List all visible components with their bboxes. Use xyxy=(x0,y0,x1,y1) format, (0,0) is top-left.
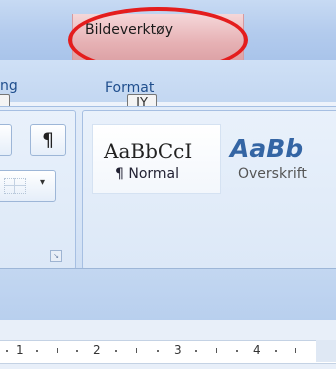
ruler-dot xyxy=(236,350,238,352)
style-normal-preview: AaBbCcI xyxy=(104,139,193,163)
ruler-dot xyxy=(275,350,277,352)
ruler-tick xyxy=(216,348,217,353)
ruler-tick xyxy=(295,348,296,353)
style-heading-label: Overskrift xyxy=(238,166,307,182)
tab-partial-left[interactable]: ng xyxy=(0,78,18,94)
horizontal-ruler[interactable] xyxy=(0,340,336,364)
ruler-dot xyxy=(115,350,117,352)
ribbon-bottom-bar xyxy=(0,268,336,321)
ruler-dot xyxy=(157,350,159,352)
ruler-dot xyxy=(195,350,197,352)
borders-icon xyxy=(4,178,26,194)
ruler-number: 1 xyxy=(16,343,24,357)
ribbon-tab-row xyxy=(0,60,336,102)
ruler-margin-right xyxy=(316,340,336,362)
ruler-tick xyxy=(57,348,58,353)
ruler-dot xyxy=(76,350,78,352)
ruler-dot xyxy=(36,350,38,352)
ruler-number: 4 xyxy=(253,343,261,357)
paragraph-button-partial[interactable] xyxy=(0,124,12,156)
show-formatting-marks-button[interactable]: ¶ xyxy=(30,124,66,156)
style-heading-preview[interactable]: AaBb xyxy=(230,134,303,163)
dialog-launcher-icon[interactable]: ↘ xyxy=(50,250,62,262)
ruler-number: 3 xyxy=(174,343,182,357)
ruler-tick xyxy=(136,348,137,353)
ruler-dot xyxy=(6,350,8,352)
ruler-number: 2 xyxy=(93,343,101,357)
chevron-down-icon: ▾ xyxy=(40,177,46,188)
style-normal-label: ¶ Normal xyxy=(115,166,180,182)
